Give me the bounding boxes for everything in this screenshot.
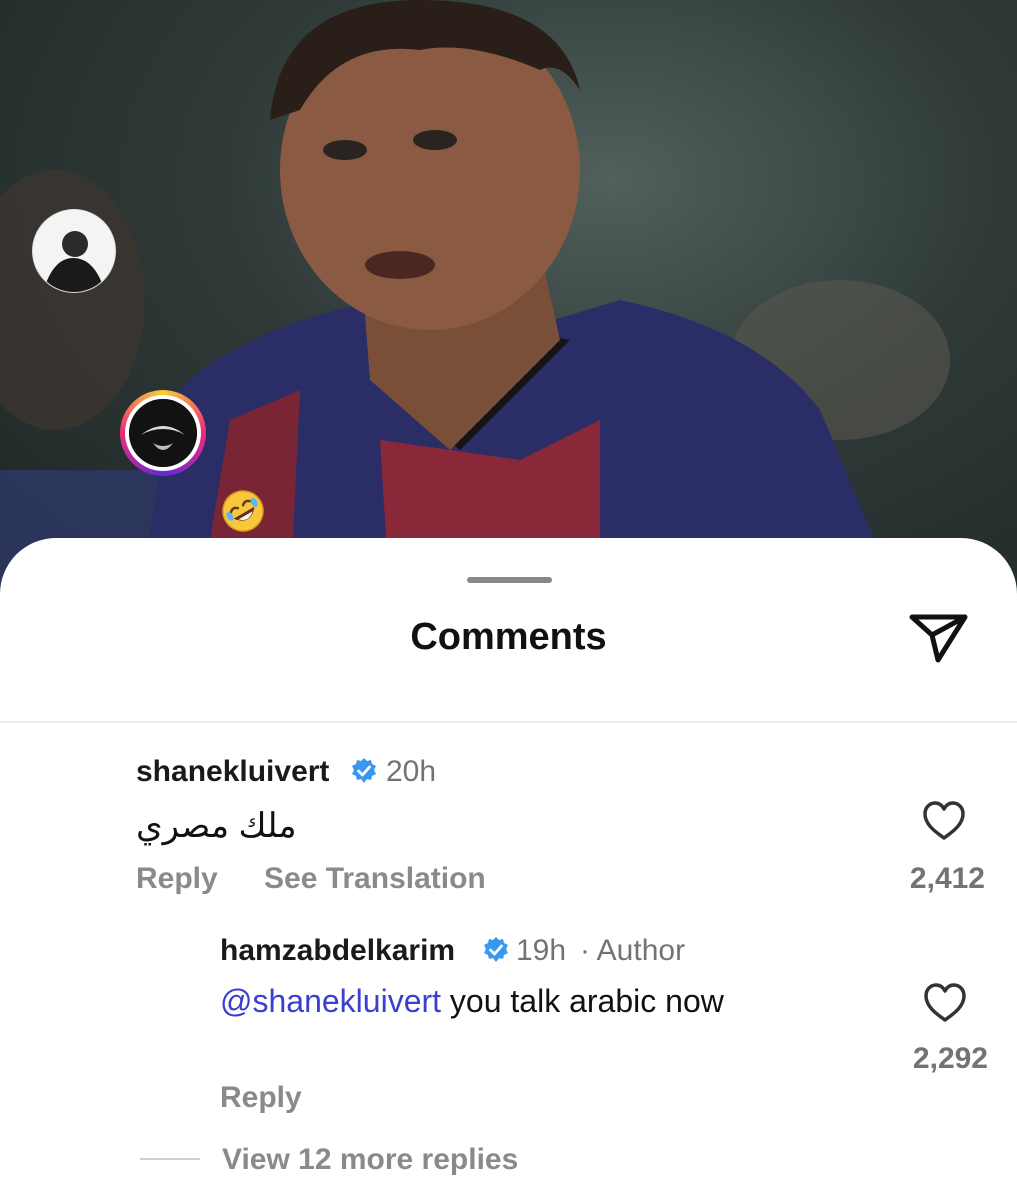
view-more-replies-button[interactable]: View 12 more replies — [222, 1143, 518, 1177]
paper-plane-icon[interactable] — [905, 608, 971, 668]
header-divider — [0, 721, 1017, 723]
avatar-ring-inner — [125, 395, 201, 471]
heart-icon[interactable] — [922, 982, 968, 1024]
verified-badge-icon — [484, 937, 508, 962]
reply-text-body: you talk arabic now — [449, 983, 724, 1019]
reply-time: 19h — [516, 934, 567, 967]
like-count: 2,292 — [912, 1042, 988, 1075]
rolling-laughing-emoji — [222, 490, 264, 532]
comment-username[interactable]: shanekluivert — [136, 755, 329, 789]
sheet-grabber[interactable] — [467, 577, 552, 583]
reply-username[interactable]: hamzabdelkarim — [220, 934, 455, 968]
see-translation-button[interactable]: See Translation — [264, 862, 486, 896]
post-photo — [0, 0, 1017, 600]
mention-link[interactable]: @shanekluivert — [220, 983, 441, 1019]
author-label: · Author — [580, 934, 686, 967]
reply-button[interactable]: Reply — [220, 1081, 302, 1115]
like-count: 2,412 — [909, 862, 985, 895]
comment-text: ملك مصري — [136, 807, 297, 845]
heart-icon[interactable] — [921, 800, 967, 842]
reply-button[interactable]: Reply — [136, 862, 218, 896]
comment-time: 20h — [386, 755, 437, 788]
replies-line — [140, 1158, 200, 1160]
verified-badge-icon — [352, 758, 376, 783]
reply-text: @shanekluivert you talk arabic now — [220, 983, 724, 1020]
avatar-shanekluivert[interactable] — [32, 209, 116, 293]
avatar-image — [129, 399, 197, 467]
avatar-hamzabdelkarim[interactable] — [120, 390, 206, 476]
sheet-title: Comments — [410, 616, 607, 658]
